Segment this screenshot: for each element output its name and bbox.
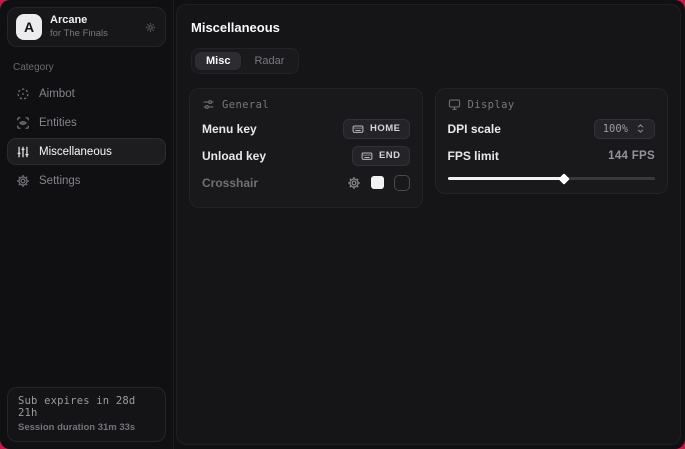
sidebar-item-label: Miscellaneous bbox=[39, 146, 112, 158]
tab-misc[interactable]: Misc bbox=[195, 52, 241, 70]
crosshair-color-swatch[interactable] bbox=[371, 176, 384, 189]
sidebar-item-entities[interactable]: Entities bbox=[7, 109, 166, 136]
menu-key-row: Menu key HOME bbox=[202, 117, 410, 140]
dpi-scale-select[interactable]: 100% bbox=[594, 119, 655, 139]
general-card: General Menu key HOME bbox=[189, 88, 423, 208]
sidebar-spacer bbox=[7, 194, 166, 387]
crosshair-enabled-checkbox[interactable] bbox=[394, 175, 410, 191]
brand-card: A Arcane for The Finals bbox=[7, 7, 166, 47]
menu-key-bind-button[interactable]: HOME bbox=[343, 119, 410, 139]
display-card-title: Display bbox=[468, 99, 515, 111]
chevrons-up-down-icon bbox=[635, 123, 646, 134]
category-label: Category bbox=[13, 62, 160, 73]
unload-key-row: Unload key END bbox=[202, 144, 410, 167]
sidebar-item-aimbot[interactable]: Aimbot bbox=[7, 80, 166, 107]
tab-radar[interactable]: Radar bbox=[243, 52, 295, 70]
sidebar-nav: Aimbot Entities bbox=[7, 80, 166, 194]
crosshair-icon bbox=[16, 87, 30, 101]
keyboard-icon bbox=[361, 150, 373, 162]
cards-row: General Menu key HOME bbox=[189, 88, 668, 208]
crosshair-label: Crosshair bbox=[202, 176, 258, 190]
sidebar-item-settings[interactable]: Settings bbox=[7, 167, 166, 194]
unload-key-label: Unload key bbox=[202, 149, 266, 163]
sidebar-item-label: Settings bbox=[39, 175, 81, 187]
fps-limit-value: 144 FPS bbox=[608, 150, 655, 162]
entities-icon bbox=[16, 116, 30, 130]
sliders-vertical-icon bbox=[16, 145, 30, 159]
general-card-header: General bbox=[202, 98, 410, 111]
sidebar: A Arcane for The Finals Category bbox=[0, 0, 174, 449]
sync-gear-icon[interactable] bbox=[144, 21, 157, 34]
crosshair-controls bbox=[347, 175, 410, 191]
keyboard-icon bbox=[352, 123, 364, 135]
dpi-scale-row: DPI scale 100% bbox=[448, 117, 656, 140]
sidebar-item-miscellaneous[interactable]: Miscellaneous bbox=[7, 138, 166, 165]
crosshair-row: Crosshair bbox=[202, 171, 410, 194]
fps-limit-label: FPS limit bbox=[448, 149, 499, 163]
fps-limit-slider[interactable] bbox=[448, 177, 656, 180]
sub-expires-text: Sub expires in 28d 21h bbox=[18, 395, 155, 419]
gear-icon bbox=[16, 174, 30, 188]
app-name: Arcane bbox=[50, 14, 136, 28]
fps-limit-row: FPS limit 144 FPS bbox=[448, 144, 656, 167]
display-card-header: Display bbox=[448, 98, 656, 111]
menu-key-value: HOME bbox=[370, 123, 401, 134]
app-window: A Arcane for The Finals Category bbox=[0, 0, 685, 449]
main-panel: Miscellaneous Misc Radar General bbox=[176, 4, 681, 445]
unload-key-value: END bbox=[379, 150, 401, 161]
session-duration-text: Session duration 31m 33s bbox=[18, 422, 155, 433]
sliders-horizontal-icon bbox=[202, 98, 215, 111]
unload-key-bind-button[interactable]: END bbox=[352, 146, 410, 166]
sidebar-item-label: Entities bbox=[39, 117, 77, 129]
crosshair-settings-gear-icon[interactable] bbox=[347, 176, 361, 190]
tab-group: Misc Radar bbox=[191, 48, 299, 74]
page-title: Miscellaneous bbox=[191, 20, 668, 35]
dpi-scale-value: 100% bbox=[603, 123, 628, 135]
subscription-status-card: Sub expires in 28d 21h Session duration … bbox=[7, 387, 166, 442]
brand-text: Arcane for The Finals bbox=[50, 14, 136, 40]
menu-key-label: Menu key bbox=[202, 122, 257, 136]
monitor-icon bbox=[448, 98, 461, 111]
general-card-title: General bbox=[222, 99, 269, 111]
fps-slider-fill bbox=[448, 177, 562, 180]
fps-slider-thumb[interactable] bbox=[558, 173, 569, 184]
dpi-scale-label: DPI scale bbox=[448, 122, 501, 136]
sidebar-item-label: Aimbot bbox=[39, 88, 75, 100]
display-card: Display DPI scale 100% FPS limit bbox=[435, 88, 669, 194]
app-logo: A bbox=[16, 14, 42, 40]
app-subtitle: for The Finals bbox=[50, 28, 136, 40]
